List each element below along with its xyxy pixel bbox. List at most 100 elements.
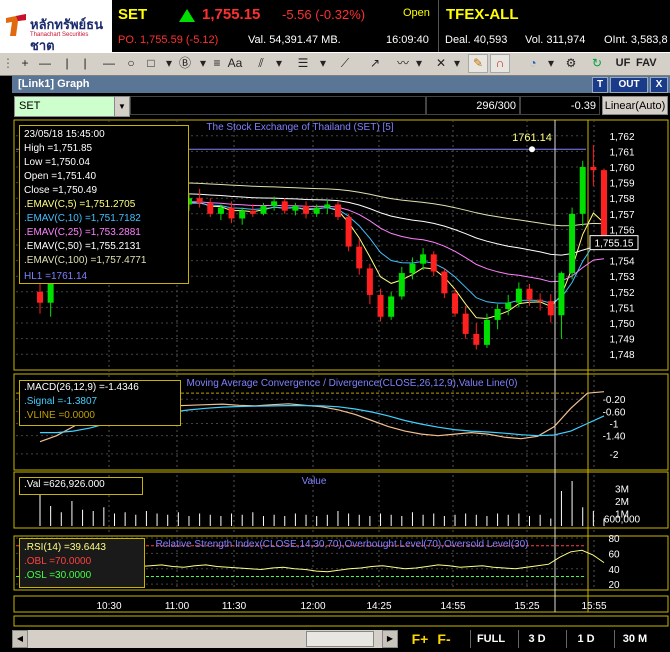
price-tick-label: 1,762 [609, 132, 634, 143]
candle-body [601, 170, 607, 243]
candle-body [441, 271, 448, 294]
candle-body [281, 201, 288, 211]
timeframe-tabbar: F+ F- FULL 3 D 1 D 30 M [400, 628, 670, 650]
info-high: High =1,751.85 [24, 143, 93, 154]
price-tick-label: 1,760 [609, 163, 634, 174]
chevron-down-icon[interactable]: ▼ [114, 97, 129, 116]
vline-icon[interactable]: | [76, 55, 94, 72]
candle-body [239, 210, 246, 219]
uf-button[interactable]: UF [614, 55, 632, 72]
scroll-thumb[interactable] [306, 631, 374, 647]
channel-icon[interactable]: ⫽ [252, 55, 270, 72]
tfex-quote-panel[interactable]: TFEX-ALL Deal. 40,593 Vol. 311,974 OInt.… [440, 0, 670, 52]
scroll-right-icon[interactable]: ▶ [382, 630, 398, 648]
price-chart-title: The Stock Exchange of Thailand (SET) [5] [206, 122, 393, 133]
cycle-icon[interactable]: ◔ [524, 55, 542, 72]
magnet-icon[interactable]: ∩ [490, 54, 510, 73]
set-po: PO. 1,755.59 (-5.12) [118, 34, 219, 46]
candle-body [47, 280, 54, 303]
macd-tick-label: -1 [610, 420, 619, 431]
info-vline: .VLINE =0.0000 [24, 410, 95, 421]
fav-button[interactable]: FAV [636, 55, 666, 72]
x-tick-label: 15:25 [514, 601, 539, 612]
info-obl: .OBL =70.0000 [24, 556, 92, 567]
tab-30m[interactable]: 30 M [614, 630, 655, 648]
horizontal-scrollbar[interactable]: ◀ ▶ [12, 630, 398, 648]
line-icon[interactable]: ― [100, 55, 118, 72]
x-tick-label: 11:30 [222, 601, 247, 612]
dropdown-icon[interactable]: ▾ [314, 55, 332, 72]
symbol-select[interactable]: SET ▼ [14, 96, 130, 117]
scale-mode-button[interactable]: Linear(Auto) [602, 96, 668, 115]
candle-body [313, 207, 320, 214]
crosshair-icon[interactable]: + [16, 55, 34, 72]
trend-icon[interactable]: ↗ [366, 55, 384, 72]
hline-icon[interactable]: ― [36, 55, 54, 72]
price-tick-label: 1,751 [609, 303, 634, 314]
scroll-left-icon[interactable]: ◀ [12, 630, 28, 648]
dropdown-icon[interactable]: ▾ [448, 55, 466, 72]
x-tick-label: 11:00 [165, 601, 190, 612]
candle-body [494, 308, 501, 320]
info-emav10: .EMAV(C,10) =1,751.7182 [24, 213, 141, 224]
candle-body [398, 273, 405, 297]
candle-body [547, 301, 554, 316]
dropdown-icon[interactable]: ▾ [542, 55, 560, 72]
value-info-box[interactable]: .Val =626,926.000 [19, 477, 143, 495]
price-tick-label: 1,749 [609, 335, 634, 346]
tfex-oint: OInt. 3,583,8 [604, 34, 668, 46]
price-info-box[interactable]: 23/05/18 15:45:00 High =1,751.85 Low =1,… [19, 125, 189, 284]
pencil-icon[interactable]: ✎ [468, 54, 488, 73]
price-tick-label: 1,756 [609, 225, 634, 236]
candle-body [388, 296, 395, 317]
set-change: -5.56 (-0.32%) [282, 7, 366, 22]
candle-body [420, 254, 427, 264]
pane-border-footer [13, 615, 669, 627]
macd-tick-label: -2 [610, 450, 619, 461]
set-quote-panel[interactable]: SET 1,755.15 -5.56 (-0.32%) Open PO. 1,7… [112, 0, 438, 52]
market-header: หลักทรัพย์ธนชาต Thanachart Securities SE… [0, 0, 670, 53]
macd-info-box[interactable]: .MACD(26,12,9) =-1.4346 .Signal =-1.3807… [19, 380, 181, 426]
candle-body [260, 206, 267, 214]
settings-icon[interactable]: ⚙ [562, 55, 580, 72]
window-close-button[interactable]: X [650, 77, 668, 93]
zoom-in-button[interactable]: F+ [410, 630, 430, 648]
pitchfork-icon[interactable]: ⟋ [336, 55, 354, 72]
info-emav5: .EMAV(C,5) =1,751.2705 [24, 199, 136, 210]
candle-body [483, 319, 490, 345]
dropdown-icon[interactable]: ▾ [270, 55, 288, 72]
x-tick-label: 14:25 [366, 601, 391, 612]
fib-icon[interactable]: Ⓑ [176, 55, 194, 72]
line-style-icon[interactable]: ☰ [294, 55, 312, 72]
text-icon[interactable]: Aa [226, 55, 244, 72]
tab-full[interactable]: FULL [470, 630, 511, 648]
candle-body [409, 263, 416, 274]
price-tick-label: 1,761 [609, 147, 634, 158]
zoom-out-button[interactable]: F- [434, 630, 454, 648]
hl1-label: 1761.14 [512, 132, 552, 144]
info-emav100: .EMAV(C,100) =1,757.4771 [24, 255, 147, 266]
graph-window-titlebar[interactable]: [Link1] Graph T OUT X [12, 76, 670, 93]
tfex-volume: Vol. 311,974 [525, 34, 586, 46]
candle-body [249, 210, 256, 214]
tab-1d[interactable]: 1 D [566, 630, 605, 648]
tab-3d[interactable]: 3 D [518, 630, 555, 648]
fan-icon[interactable]: ≡ [208, 55, 226, 72]
price-tick-label: 1,754 [609, 257, 634, 268]
rect-icon[interactable]: □ [142, 55, 160, 72]
refresh-icon[interactable]: ↻ [588, 55, 606, 72]
pointer-icon[interactable]: | [58, 55, 76, 72]
price-tick-label: 1,748 [609, 350, 634, 361]
x-tick-label: 14:55 [440, 601, 465, 612]
dropdown-icon[interactable]: ▾ [410, 55, 428, 72]
window-out-button[interactable]: OUT [610, 77, 648, 93]
toolbar-grip: ⋮ [2, 56, 14, 70]
rsi-info-box[interactable]: .RSI(14) =39.6443 .OBL =70.0000 .OSL =30… [19, 538, 145, 588]
candle-body [356, 246, 363, 269]
chart-area[interactable]: 10:30 11:00 11:30 12:00 14:25 14:55 15:25 15:55… [12, 118, 670, 652]
candle-body [207, 202, 214, 214]
candle-body [228, 207, 235, 219]
window-t-button[interactable]: T [592, 77, 608, 93]
candle-body [377, 294, 384, 317]
circle-icon[interactable]: ○ [122, 55, 140, 72]
